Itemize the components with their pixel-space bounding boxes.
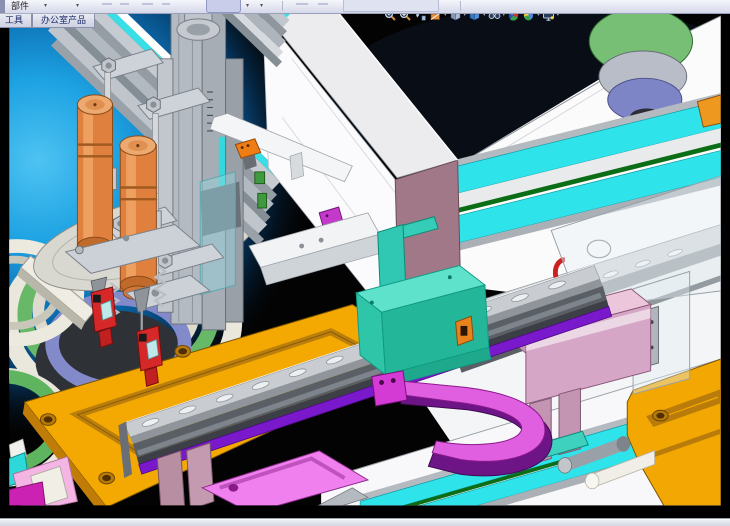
disabled-toolbar-item [296,3,308,5]
toolbar-divider [460,1,461,11]
tab-tools[interactable]: 工具 [0,13,32,28]
status-bar [0,518,730,526]
tab-office-products[interactable]: 办公室产品 [32,13,95,28]
green-clip [258,193,267,208]
dropdown-caret-icon[interactable]: ▾ [44,2,47,9]
command-tabs: 工具 办公室产品 [0,13,95,27]
toolbar-left-edge [0,0,5,13]
toolbar-divider [282,1,283,11]
disabled-toolbar-item [120,3,129,5]
disabled-toolbar-item [102,3,112,5]
solidworks-window: 部件 ▾ ▾ ▾ ▾ 工具 办公室产品 ▾ ▾ [0,0,730,526]
orange-cylinder-2[interactable] [120,136,157,300]
transparent-panel[interactable] [200,172,235,295]
dropdown-caret-icon[interactable]: ▾ [260,2,263,9]
toolbar-group-panel [343,0,439,12]
disabled-toolbar-item [162,3,170,5]
disabled-toolbar-item [318,3,328,5]
disabled-toolbar-item [142,3,153,5]
dropdown-caret-icon[interactable]: ▾ [76,2,79,9]
graphics-area[interactable] [0,13,730,518]
component-toolbar-label[interactable]: 部件 [11,0,29,13]
dropdown-caret-icon[interactable]: ▾ [246,2,249,9]
active-tool-button[interactable] [206,0,241,13]
toolbar-row: 部件 ▾ ▾ ▾ ▾ [0,0,730,14]
orange-cylinder-1[interactable] [77,95,112,263]
green-clip [255,172,265,184]
